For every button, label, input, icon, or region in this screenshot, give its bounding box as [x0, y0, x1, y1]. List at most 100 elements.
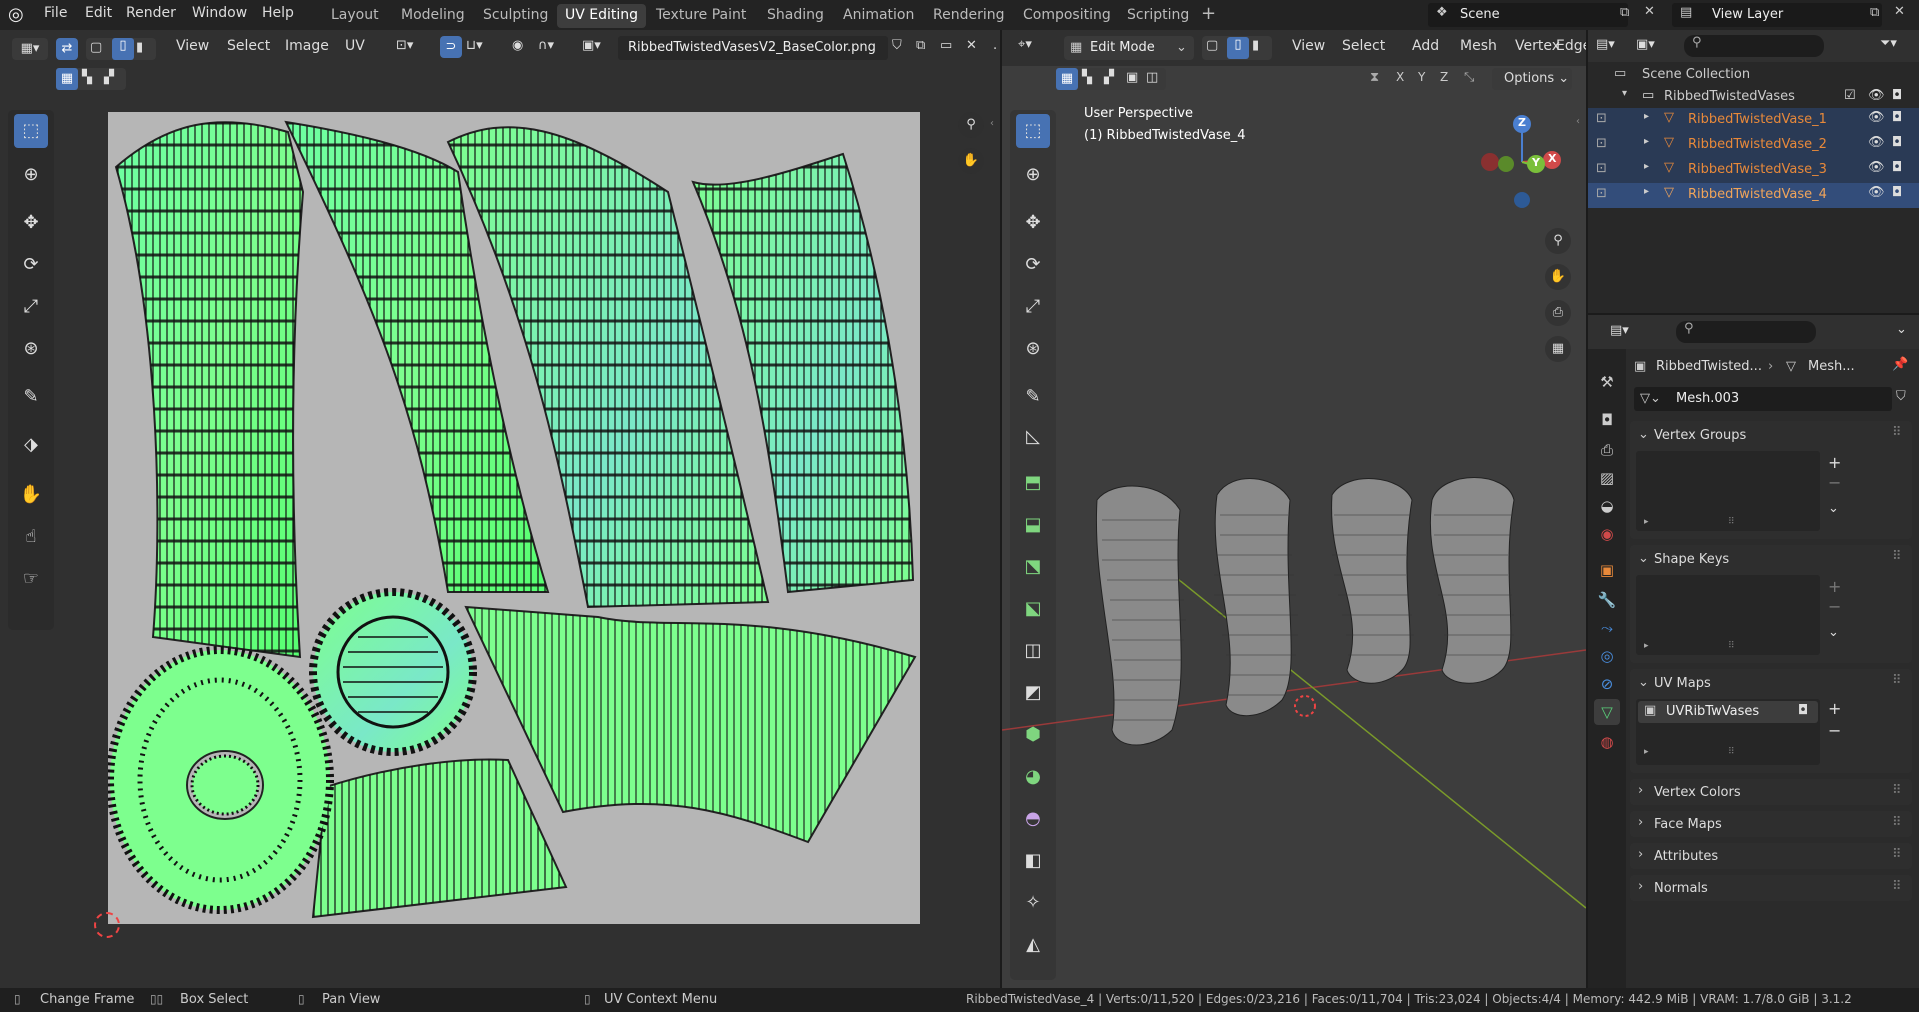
blender-logo-icon[interactable]: ◎	[8, 4, 28, 25]
panel-title[interactable]: Shape Keys	[1654, 552, 1729, 567]
camera-render-icon[interactable]: ◘	[1892, 135, 1902, 150]
drag-handle-icon[interactable]: ⠿	[1892, 673, 1902, 688]
add-icon[interactable]: +	[1828, 453, 1841, 472]
modifier-tab-icon[interactable]: 🔧	[1594, 587, 1620, 613]
camera-render-icon[interactable]: ◘	[1798, 703, 1808, 718]
view-layer-field[interactable]: View Layer	[1672, 3, 1882, 27]
checkbox-icon[interactable]: ☑	[1844, 88, 1856, 103]
outliner-row-scene-collection[interactable]: ▭ Scene Collection	[1588, 64, 1919, 86]
add-icon[interactable]: +	[1828, 577, 1841, 596]
sidebar-toggle-icon[interactable]: ‹	[1576, 116, 1580, 127]
mesh-data-icon[interactable]: ⊡	[1596, 161, 1607, 176]
properties-search-input[interactable]: ⚲	[1676, 321, 1816, 343]
expand-icon[interactable]: ▸	[1644, 747, 1649, 757]
rip-tool[interactable]: ⬗	[14, 428, 48, 462]
falloff-icon[interactable]: ∩▾	[538, 38, 554, 53]
camera-icon[interactable]: ⎙	[1545, 300, 1571, 326]
grab-tool[interactable]: ✋	[14, 478, 48, 512]
hand-icon[interactable]: ✋	[1545, 264, 1571, 290]
scene-field[interactable]: Scene	[1428, 3, 1628, 27]
view-layer-selector[interactable]: View Layer ▤ ⧉ ✕	[1672, 3, 1912, 27]
mesh-data-icon[interactable]: ⊡	[1596, 186, 1607, 201]
drag-handle-icon[interactable]: ⠿	[1892, 549, 1902, 564]
eye-icon[interactable]: 👁	[1868, 88, 1885, 103]
uv-menu-view[interactable]: View	[176, 38, 209, 54]
drag-handle-icon[interactable]: ⠿	[1892, 425, 1902, 440]
snap-target-icon[interactable]: ⊔▾	[466, 38, 483, 53]
resize-handle-icon[interactable]: ⠿	[1728, 517, 1735, 527]
3d-viewport[interactable]: ⌖▾ ▦ Edit Mode ⌄ ▢ ▯ ▮ View Select Add M…	[1002, 30, 1586, 988]
outliner-row-object-active[interactable]: ⊡ ▸ ▽ RibbedTwistedVase_4 👁 ◘	[1588, 183, 1919, 208]
chevron-down-icon[interactable]: ▾	[1622, 88, 1627, 99]
material-tab-icon[interactable]: ◍	[1594, 729, 1620, 755]
constraints-tab-icon[interactable]: ⊘	[1594, 671, 1620, 697]
pinch-tool[interactable]: ☞	[14, 562, 48, 596]
menu-window[interactable]: Window	[192, 5, 247, 21]
uv-menu-uv[interactable]: UV	[345, 38, 365, 54]
menu-render[interactable]: Render	[126, 5, 176, 21]
scene-tab-icon[interactable]: ◒	[1594, 493, 1620, 519]
editor-type-icon[interactable]: ▤▾	[1610, 323, 1629, 338]
chevron-right-icon[interactable]: ▸	[1644, 111, 1649, 122]
resize-handle-icon[interactable]: ⠿	[1728, 747, 1735, 757]
pin-icon[interactable]: 📌	[1892, 357, 1908, 372]
hand-icon[interactable]: ✋	[958, 148, 984, 174]
world-tab-icon[interactable]: ◉	[1594, 521, 1620, 547]
uv-map-item[interactable]: ▣ UVRibTwVases ◘	[1638, 701, 1818, 723]
subtract-selection-icon[interactable]: ▞	[104, 70, 114, 85]
pivot-icon[interactable]: ⊡▾	[396, 38, 413, 53]
eye-icon[interactable]: 👁	[1868, 135, 1885, 150]
add-workspace-button[interactable]: +	[1201, 3, 1216, 24]
scale-tool[interactable]: ⤢	[14, 290, 48, 324]
chevron-right-icon[interactable]: ▸	[1644, 186, 1649, 197]
uv-image-canvas[interactable]	[106, 112, 920, 924]
panel-title[interactable]: UV Maps	[1654, 676, 1711, 691]
expand-icon[interactable]: ▸	[1644, 641, 1649, 651]
remove-icon[interactable]: −	[1828, 721, 1841, 740]
chevron-right-icon[interactable]: ▸	[1644, 161, 1649, 172]
fake-user-icon[interactable]: ⛉	[892, 38, 902, 53]
snap-icon[interactable]: ⊃	[440, 36, 462, 58]
sidebar-toggle-icon[interactable]: ‹	[990, 118, 994, 129]
panel-attributes[interactable]: › Attributes ⠿	[1630, 843, 1912, 869]
chevron-down-icon[interactable]: ⌄	[1828, 501, 1839, 516]
menu-help[interactable]: Help	[262, 5, 294, 21]
duplicate-icon[interactable]: ⧉	[916, 38, 925, 53]
editor-type-icon[interactable]: ▦▾	[12, 38, 48, 60]
transform-tool[interactable]: ⊛	[14, 332, 48, 366]
render-tab-icon[interactable]: ◘	[1594, 407, 1620, 433]
copy-icon[interactable]: ⧉	[1620, 5, 1629, 20]
fake-user-icon[interactable]: ⛉	[1896, 389, 1906, 404]
camera-render-icon[interactable]: ◘	[1892, 185, 1902, 200]
physics-tab-icon[interactable]: ◎	[1594, 643, 1620, 669]
proportional-edit-icon[interactable]: ◉	[512, 38, 523, 53]
relax-tool[interactable]: ☝	[14, 520, 48, 554]
drag-handle-icon[interactable]: ⠿	[1892, 815, 1902, 830]
expand-icon[interactable]: ▸	[1644, 517, 1649, 527]
move-tool[interactable]: ✥	[14, 206, 48, 240]
chevron-down-icon[interactable]: ⌄	[1896, 322, 1907, 337]
object-tab-icon[interactable]: ▣	[1594, 557, 1620, 583]
chevron-down-icon[interactable]: ⌄	[1828, 625, 1839, 640]
drag-handle-icon[interactable]: ⠿	[1892, 847, 1902, 862]
outliner-search-input[interactable]: ⚲	[1684, 35, 1824, 57]
mesh-data-icon[interactable]: ⊡	[1596, 111, 1607, 126]
sync-selection-icon[interactable]: ⇄	[56, 38, 78, 60]
camera-render-icon[interactable]: ◘	[1892, 160, 1902, 175]
extend-selection-icon[interactable]: ▚	[82, 70, 92, 85]
panel-vertex-colors[interactable]: › Vertex Colors ⠿	[1630, 779, 1912, 805]
close-icon[interactable]: ✕	[966, 38, 977, 53]
editor-type-icon[interactable]: ▤▾	[1596, 37, 1615, 52]
display-mode-icon[interactable]: ▣▾	[1636, 37, 1655, 52]
eye-icon[interactable]: 👁	[1868, 160, 1885, 175]
panel-normals[interactable]: › Normals ⠿	[1630, 875, 1912, 901]
eye-icon[interactable]: 👁	[1868, 110, 1885, 125]
drag-handle-icon[interactable]: ⠿	[1892, 879, 1902, 894]
tab-shading[interactable]: Shading	[767, 7, 824, 23]
mesh-name-field[interactable]: ▽⌄ Mesh.003	[1634, 387, 1892, 411]
eye-icon[interactable]: 👁	[1868, 185, 1885, 200]
tab-modeling[interactable]: Modeling	[401, 7, 465, 23]
scene-selector[interactable]: Scene ❖ ⧉ ✕	[1428, 3, 1658, 27]
close-icon[interactable]: ✕	[1644, 4, 1655, 19]
image-browse-icon[interactable]: ▣▾	[582, 38, 601, 53]
